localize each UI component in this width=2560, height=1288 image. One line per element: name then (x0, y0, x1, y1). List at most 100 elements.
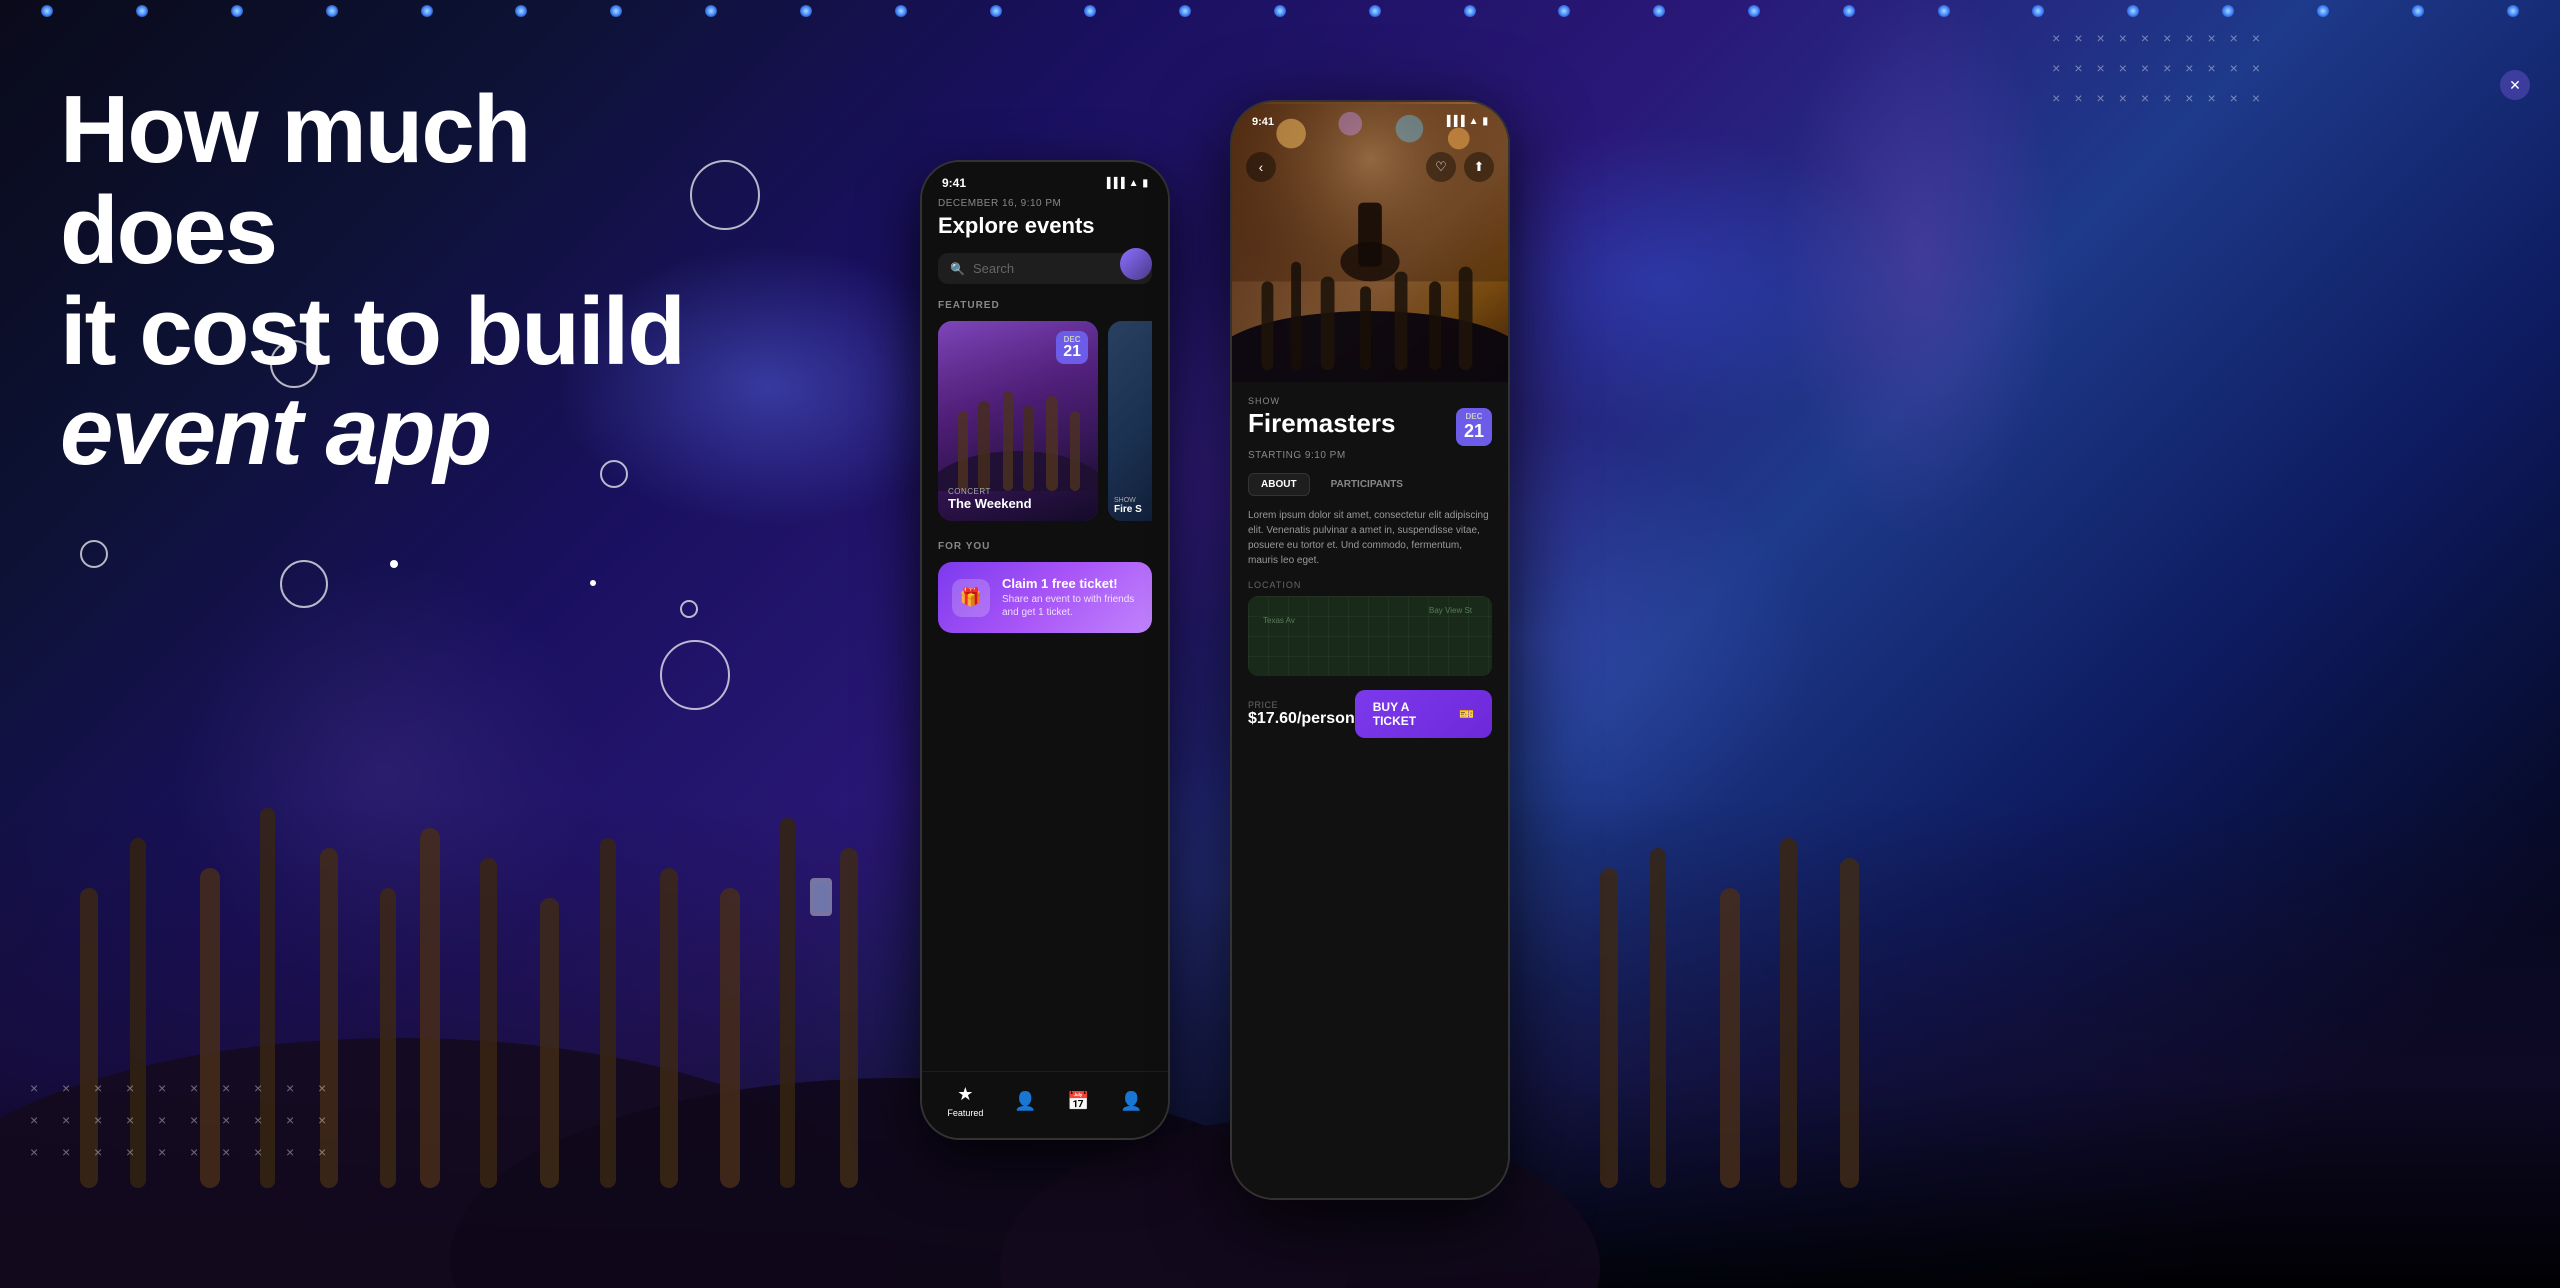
phone2-status-bar: 9:41 ▐▐▐ ▲ ▮ (1232, 102, 1508, 128)
x-mark-7: × (2185, 30, 2193, 46)
favorite-button[interactable]: ♡ (1426, 152, 1456, 182)
show-label: SHOW (1248, 396, 1492, 406)
headline-line3: event app (60, 378, 490, 485)
x-mark-15: × (2141, 60, 2149, 76)
signal-icon2: ▐▐▐ (1443, 116, 1464, 128)
close-button[interactable]: ✕ (2500, 70, 2530, 100)
nav-tickets[interactable]: 👤 (1014, 1091, 1036, 1112)
for-you-label: FOR YOU (938, 541, 1152, 552)
x-mark-18: × (2207, 60, 2215, 76)
card1-type: CONCERT (948, 487, 1032, 496)
map-placeholder[interactable]: Texas Av Bay View St (1248, 596, 1492, 676)
deco-circle-7 (660, 640, 730, 710)
nav-featured[interactable]: ★ Featured (947, 1084, 983, 1118)
price-row: PRICE $17.60/person BUY A TICKET 🎫 (1248, 690, 1492, 738)
x-mark-10: × (2252, 30, 2260, 46)
x-mark-9: × (2230, 30, 2238, 46)
x-mark-22: × (2074, 90, 2082, 106)
card-date-badge: DEC 21 (1056, 331, 1088, 364)
x-mark-6: × (2163, 30, 2171, 46)
event-day: 21 (1464, 421, 1484, 442)
x-mark-2: × (2074, 30, 2082, 46)
battery-icon: ▮ (1142, 178, 1148, 189)
card2-type: SHOW (1114, 497, 1142, 504)
x-mark-25: × (2141, 90, 2149, 106)
deco-dot-2 (590, 580, 596, 586)
nav-profile[interactable]: 👤 (1120, 1091, 1142, 1112)
tab-participants[interactable]: PARTICIPANTS (1318, 473, 1416, 496)
x-mark-24: × (2119, 90, 2127, 106)
hero-svg (1232, 102, 1508, 382)
x-mark-8: × (2207, 30, 2215, 46)
for-you-section: FOR YOU 🎁 Claim 1 free ticket! Share an … (938, 541, 1152, 633)
share-icon: ⬆ (1474, 159, 1485, 175)
card1-label: CONCERT The Weekend (948, 487, 1032, 511)
phone1-date: DECEMBER 16, 9:10 PM (938, 198, 1152, 209)
x-mark-20: × (2252, 60, 2260, 76)
phone2-time: 9:41 (1252, 116, 1274, 128)
close-icon: ✕ (2509, 77, 2521, 94)
hero-text: How much does it cost to build event app (60, 80, 760, 483)
heart-icon: ♡ (1435, 159, 1447, 175)
phone2-status-icons: ▐▐▐ ▲ ▮ (1443, 116, 1488, 128)
map-label-1: Texas Av (1263, 616, 1295, 625)
phone1-title: Explore events (938, 213, 1152, 239)
share-button[interactable]: ⬆ (1464, 152, 1494, 182)
x-mark-28: × (2207, 90, 2215, 106)
promo-title: Claim 1 free ticket! (1002, 576, 1138, 591)
map-label-2: Bay View St (1429, 606, 1472, 615)
main-headline: How much does it cost to build event app (60, 80, 760, 483)
headline-line2: it cost to build (60, 278, 684, 385)
deco-circle-6 (680, 600, 698, 618)
event-tabs: ABOUT PARTICIPANTS (1248, 473, 1492, 496)
x-mark-19: × (2230, 60, 2238, 76)
x-pattern-top-right: × × × × × × × × × × × × × × × × × × × × … (2052, 30, 2260, 106)
featured-cards-row: DEC 21 CONCERT The Weekend SHOW Fire S (938, 321, 1152, 521)
x-mark-21: × (2052, 90, 2060, 106)
card1-name: The Weekend (948, 496, 1032, 511)
phone1-bottom-nav: ★ Featured 👤 📅 👤 (922, 1071, 1168, 1138)
card2-name: Fire S (1114, 504, 1142, 515)
deco-circle-5 (280, 560, 328, 608)
x-mark-14: × (2119, 60, 2127, 76)
phone1-avatar (1120, 248, 1152, 280)
card2-label: SHOW Fire S (1114, 497, 1142, 515)
promo-desc: Share an event to with friends and get 1… (1002, 593, 1138, 619)
x-mark-13: × (2097, 60, 2105, 76)
nav-profile-icon: 👤 (1120, 1091, 1142, 1112)
promo-icon: 🎁 (952, 579, 990, 617)
x-mark-12: × (2074, 60, 2082, 76)
event-hero-image: 9:41 ▐▐▐ ▲ ▮ ‹ ♡ ⬆ (1232, 102, 1508, 382)
price-section: PRICE $17.60/person (1248, 700, 1355, 728)
wifi-icon2: ▲ (1469, 116, 1479, 128)
headline-line1: How much does (60, 76, 529, 284)
battery-icon2: ▮ (1482, 116, 1488, 128)
phone1-time: 9:41 (942, 176, 966, 190)
x-pattern-bottom-left: ×××××××××× ×××××××××× ×××××××××× (30, 1080, 342, 1168)
featured-label: FEATURED (938, 300, 1152, 311)
x-mark-27: × (2185, 90, 2193, 106)
event-time: STARTING 9:10 PM (1248, 450, 1492, 461)
event-detail-content: SHOW Firemasters DEC 21 STARTING 9:10 PM… (1232, 382, 1508, 1198)
phone2-screen: 9:41 ▐▐▐ ▲ ▮ ‹ ♡ ⬆ SHOW (1232, 102, 1508, 1198)
event-name: Firemasters (1248, 408, 1395, 439)
card1-day: 21 (1063, 344, 1081, 360)
promo-card[interactable]: 🎁 Claim 1 free ticket! Share an event to… (938, 562, 1152, 633)
deco-dot-1 (390, 560, 398, 568)
hero-action-buttons: ♡ ⬆ (1426, 152, 1494, 182)
event-card-fire[interactable]: SHOW Fire S (1108, 321, 1152, 521)
buy-ticket-label: BUY A TICKET (1373, 700, 1453, 728)
back-button[interactable]: ‹ (1246, 152, 1276, 182)
x-mark-3: × (2097, 30, 2105, 46)
search-icon: 🔍 (950, 262, 965, 276)
x-mark-4: × (2119, 30, 2127, 46)
buy-ticket-button[interactable]: BUY A TICKET 🎫 (1355, 690, 1492, 738)
nav-featured-icon: ★ (957, 1084, 973, 1105)
tab-about[interactable]: ABOUT (1248, 473, 1310, 496)
event-card-weekend[interactable]: DEC 21 CONCERT The Weekend (938, 321, 1098, 521)
ticket-icon: 🎫 (1459, 707, 1474, 721)
promo-text: Claim 1 free ticket! Share an event to w… (1002, 576, 1138, 619)
nav-calendar[interactable]: 📅 (1067, 1091, 1089, 1112)
deco-circle-3 (80, 540, 108, 568)
signal-icon: ▐▐▐ (1103, 178, 1124, 189)
